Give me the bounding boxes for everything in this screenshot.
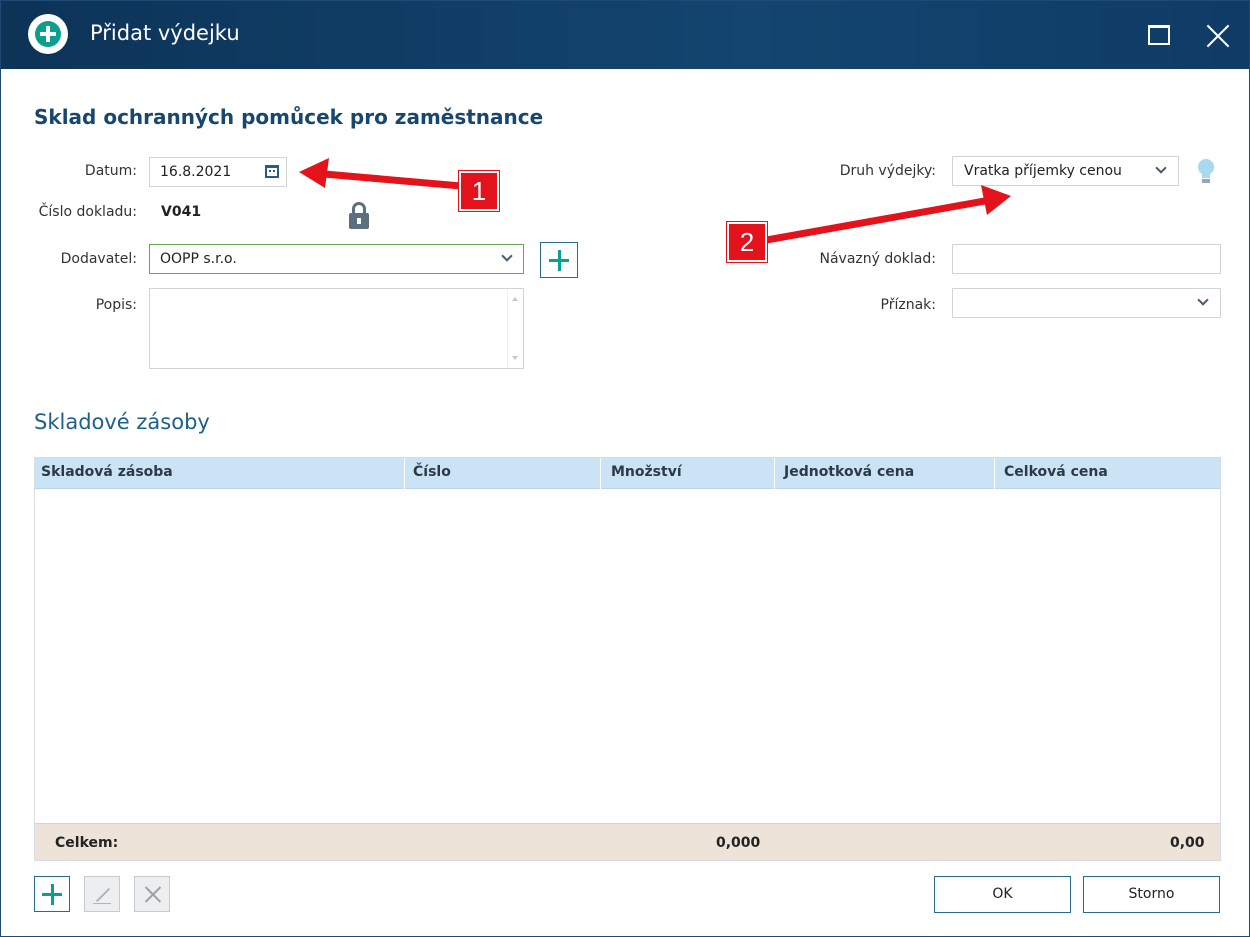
section-title: Skladové zásoby: [34, 410, 210, 434]
total-label: Celkem:: [55, 835, 119, 851]
dialog-title: Přidat výdejku: [90, 21, 240, 45]
maximize-button[interactable]: [1146, 21, 1176, 51]
chevron-down-icon: [501, 250, 513, 262]
page-title: Sklad ochranných pomůcek pro zaměstnance: [34, 105, 544, 129]
callout-badge-1: 1: [459, 171, 499, 211]
scrollbar[interactable]: [507, 289, 523, 368]
doc-number-value: V041: [161, 204, 202, 220]
close-button[interactable]: [1204, 21, 1234, 51]
table-footer: Celkem: 0,000 0,00: [35, 823, 1220, 860]
lightbulb-icon[interactable]: [1197, 159, 1215, 185]
issue-type-label: Druh výdejky:: [839, 163, 936, 179]
flag-select[interactable]: [952, 288, 1221, 318]
supplier-label: Dodavatel:: [60, 251, 137, 267]
column-header[interactable]: Jednotková cena: [784, 464, 914, 480]
column-header[interactable]: Číslo: [413, 464, 451, 480]
add-item-button[interactable]: [34, 876, 70, 912]
edit-icon: [95, 887, 111, 903]
arrow-2-shaft: [760, 195, 997, 245]
arrow-2-head: [981, 185, 1011, 215]
chevron-down-icon: [1155, 162, 1167, 174]
callout-badge-2: 2: [727, 222, 767, 262]
date-label: Datum:: [84, 163, 137, 179]
maximize-icon: [1148, 25, 1170, 45]
issue-type-select[interactable]: Vratka příjemky cenou: [952, 156, 1179, 186]
add-circle-icon: [28, 14, 68, 54]
price-total: 0,00: [1170, 835, 1205, 851]
column-header[interactable]: Množství: [611, 464, 682, 480]
edit-item-button[interactable]: [84, 876, 120, 912]
arrow-1-head: [299, 158, 329, 188]
delete-item-button[interactable]: [134, 876, 170, 912]
arrow-1-shaft: [312, 169, 462, 190]
scroll-down-icon[interactable]: [512, 356, 518, 360]
related-doc-input[interactable]: [952, 244, 1221, 274]
cancel-button[interactable]: Storno: [1083, 876, 1220, 913]
doc-number-label: Číslo dokladu:: [38, 204, 137, 220]
date-value: 16.8.2021: [160, 164, 232, 180]
description-label: Popis:: [95, 297, 137, 313]
title-bar: Přidat výdejku: [1, 1, 1249, 69]
column-header[interactable]: Skladová zásoba: [41, 464, 173, 480]
issue-type-value: Vratka příjemky cenou: [964, 163, 1122, 179]
scroll-up-icon[interactable]: [512, 297, 518, 301]
table-header: Skladová zásoba Číslo Množství Jednotkov…: [35, 458, 1220, 489]
description-textarea[interactable]: [149, 288, 524, 369]
column-header[interactable]: Celková cena: [1004, 464, 1108, 480]
flag-label: Příznak:: [880, 297, 936, 313]
ok-button[interactable]: OK: [934, 876, 1071, 913]
lock-icon[interactable]: [349, 202, 369, 230]
stock-table: Skladová zásoba Číslo Množství Jednotkov…: [34, 457, 1221, 861]
related-doc-label: Návazný doklad:: [819, 251, 936, 267]
supplier-value: OOPP s.r.o.: [160, 251, 237, 267]
quantity-total: 0,000: [716, 835, 761, 851]
supplier-select[interactable]: OOPP s.r.o.: [149, 244, 524, 274]
calendar-icon[interactable]: [265, 165, 279, 178]
chevron-down-icon: [1197, 294, 1209, 306]
add-supplier-button[interactable]: [540, 242, 578, 278]
add-issue-dialog: Přidat výdejku Sklad ochranných pomůcek …: [0, 0, 1250, 937]
